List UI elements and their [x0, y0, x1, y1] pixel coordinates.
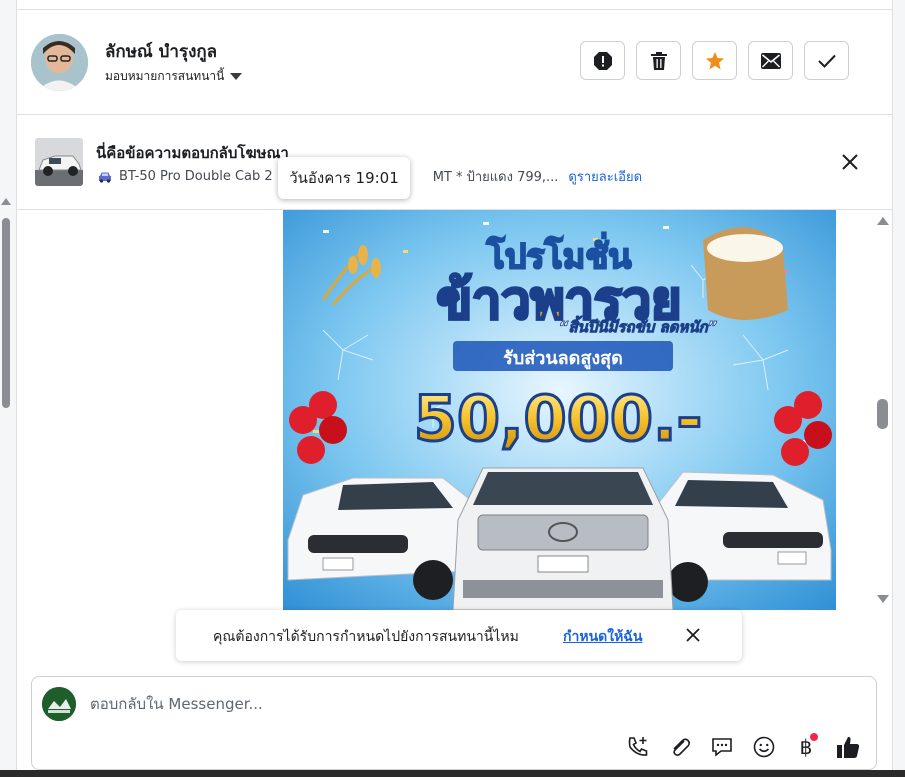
contact-name[interactable]: ลักษณ์ บำรุงกูล [105, 38, 217, 65]
like-button[interactable] [834, 733, 862, 761]
trash-icon [650, 51, 667, 70]
ad-reply-bar: นี่คือข้อความตอบกลับโฆษณา BT-50 Pro Doub… [16, 115, 892, 210]
assign-to-me-link[interactable]: กำหนดให้ฉัน [563, 626, 642, 648]
scrollbar-thumb[interactable] [877, 399, 888, 429]
close-icon [686, 628, 700, 642]
reply-input[interactable] [90, 695, 690, 713]
mark-done-button[interactable] [804, 41, 849, 80]
close-ad-bar-button[interactable] [840, 152, 860, 172]
star-button[interactable] [692, 41, 737, 80]
car-thumbnail-image [35, 138, 83, 186]
taskbar-strip [0, 770, 905, 777]
timestamp-tooltip: วันอังคาร 19:01 [278, 157, 410, 199]
close-icon [842, 154, 858, 170]
mark-unread-button[interactable] [748, 41, 793, 80]
ad-reply-title: นี่คือข้อความตอบกลับโฆษณา [96, 144, 289, 162]
left-scroll-up-arrow[interactable] [1, 198, 11, 205]
emoji-button[interactable] [750, 733, 778, 761]
ad-detail-text: BT-50 Pro Double Cab 2 [119, 169, 273, 184]
conversation-header: ลักษณ์ บำรุงกูล มอบหมายการสนทนานี้ [16, 10, 892, 115]
paperclip-icon [673, 738, 691, 756]
avatar-photo [31, 34, 88, 91]
ad-banner-image[interactable]: โปรโมชั่น ข้าวพารวย “สิ้นปีนี้มีรถขับ ลด… [283, 210, 836, 610]
car-center [452, 467, 674, 610]
composer-tools: ฿ [624, 733, 862, 761]
ad-details-link[interactable]: ดูรายละเอียด [568, 166, 642, 187]
left-scrollbar-thumb[interactable] [2, 218, 10, 408]
scroll-down-arrow[interactable] [877, 595, 889, 603]
reply-composer: ฿ [31, 676, 877, 770]
scroll-up-arrow[interactable] [877, 217, 889, 225]
header-actions [580, 41, 849, 80]
ad-thumbnail[interactable] [35, 138, 83, 186]
left-pane [0, 0, 17, 777]
ad-detail-tail: MT * ป้ายแดง 799,... [432, 170, 559, 185]
call-add-icon [628, 737, 648, 756]
assign-conversation-dropdown[interactable]: มอบหมายการสนทนานี้ [105, 67, 243, 86]
alert-octagon-icon [593, 51, 612, 70]
star-icon [705, 51, 724, 69]
envelope-icon [760, 52, 781, 69]
call-button[interactable] [624, 733, 652, 761]
right-pane [892, 0, 905, 777]
banner-tagline: “สิ้นปีนี้มีรถขับ ลดหนัก” [559, 315, 718, 336]
assign-prompt: คุณต้องการได้รับการกำหนดไปยังการสนทนานี้… [176, 610, 742, 661]
dismiss-assign-prompt-button[interactable] [684, 626, 702, 644]
thumbs-up-icon [837, 736, 860, 758]
assign-prompt-text: คุณต้องการได้รับการกำหนดไปยังการสนทนานี้… [213, 629, 519, 645]
check-icon [817, 54, 836, 68]
attach-button[interactable] [666, 733, 694, 761]
page-avatar [42, 687, 76, 721]
caret-down-icon [230, 73, 243, 80]
car-icon [99, 172, 111, 183]
rice-sack [703, 227, 788, 320]
chat-bubble-icon [712, 738, 732, 757]
notification-dot [810, 733, 818, 741]
delete-button[interactable] [636, 41, 681, 80]
banner-amount: 50,000.- [414, 382, 703, 455]
emoji-icon [753, 736, 775, 758]
promotion-banner: โปรโมชั่น ข้าวพารวย “สิ้นปีนี้มีรถขับ ลด… [283, 210, 836, 610]
contact-avatar[interactable] [31, 34, 88, 91]
payment-button[interactable]: ฿ [792, 733, 820, 761]
page-logo [42, 687, 76, 721]
report-spam-button[interactable] [580, 41, 625, 80]
banner-discount-label: รับส่วนลดสูงสุด [503, 348, 623, 370]
saved-replies-button[interactable] [708, 733, 736, 761]
assign-label: มอบหมายการสนทนานี้ [105, 69, 225, 83]
